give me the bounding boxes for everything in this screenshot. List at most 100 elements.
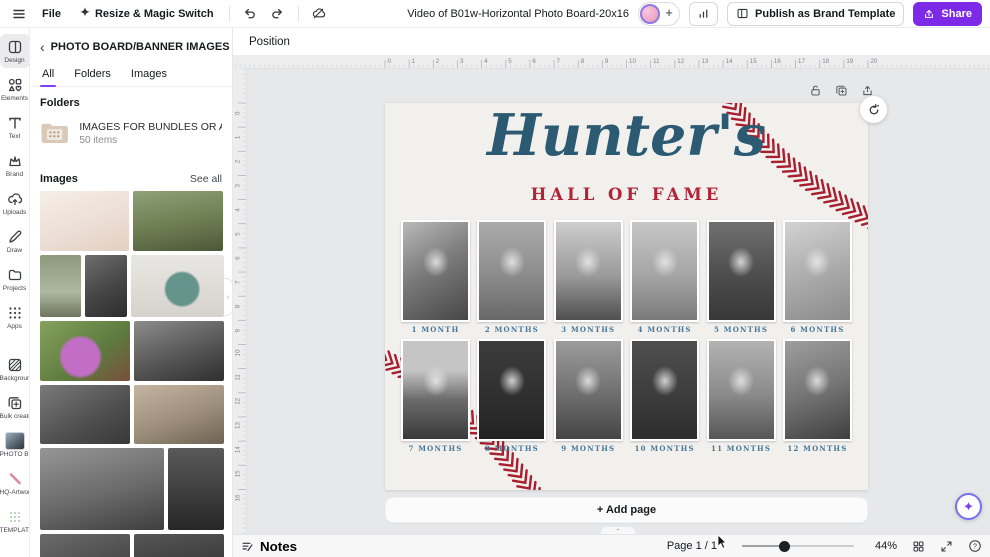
image-thumbnail-bw-mom-holding-baby[interactable]: [40, 385, 130, 444]
bulk-create-icon: [7, 394, 23, 411]
svg-text:14: 14: [726, 58, 733, 65]
file-menu-button[interactable]: File: [36, 4, 67, 24]
folder-item[interactable]: IMAGES FOR BUNDLES OR ADVER... 50 items: [40, 117, 222, 149]
month-label: 11 MONTHS: [707, 444, 776, 453]
month-label: 2 MONTHS: [477, 325, 546, 334]
sidebar-item-design[interactable]: Design: [0, 34, 30, 68]
image-thumbnail-bw-baby-playing[interactable]: [40, 448, 164, 530]
image-thumbnail-bw-toddler-portrait[interactable]: [134, 534, 224, 557]
image-thumbnail-baby-with-chalkboard[interactable]: [131, 255, 224, 317]
sidebar-item-label: TEMPLATES: [0, 527, 30, 534]
svg-text:0: 0: [388, 58, 392, 65]
month-photo-card-6[interactable]: 6 MONTHS: [783, 220, 852, 334]
zoom-slider-knob[interactable]: [779, 541, 790, 552]
sidebar-item-templates[interactable]: TEMPLATES: [0, 504, 30, 538]
month-photo-card-8[interactable]: 8 MONTHS: [477, 339, 546, 453]
sidebar-item-label: HQ-Artwork: [0, 489, 30, 496]
sidebar-item-photo-boa[interactable]: PHOTO BOA...: [0, 428, 30, 462]
month-photo-card-2[interactable]: 2 MONTHS: [477, 220, 546, 334]
user-avatar[interactable]: [640, 4, 660, 24]
sidebar-item-projects[interactable]: Projects: [0, 262, 30, 296]
sidebar-item-hq-artwork[interactable]: HQ-Artwork: [0, 466, 30, 500]
image-thumbnail-baby-with-teddy-bear[interactable]: [134, 385, 224, 444]
see-all-link[interactable]: See all: [190, 173, 222, 185]
month-label: 12 MONTHS: [783, 444, 852, 453]
zoom-slider[interactable]: [742, 540, 854, 552]
sidebar-item-background[interactable]: Background: [0, 352, 30, 386]
image-thumbnail-toddler-under-tree[interactable]: [133, 191, 223, 251]
home-menu-button[interactable]: [8, 3, 30, 25]
image-thumbnail-bw-baby-crawling[interactable]: [134, 321, 224, 381]
help-button[interactable]: ?: [968, 539, 982, 553]
sidebar-item-text[interactable]: Text: [0, 110, 30, 144]
sidebar-item-apps[interactable]: Apps: [0, 300, 30, 334]
lock-icon[interactable]: [806, 81, 824, 99]
image-thumbnail-bw-newborn-in-blanket[interactable]: [85, 255, 127, 317]
month-label: 4 MONTHS: [630, 325, 699, 334]
canva-editor: File Resize & Magic Switch Video of B01w…: [0, 0, 990, 557]
grid-view-button[interactable]: [912, 540, 925, 553]
publish-brand-template-button[interactable]: Publish as Brand Template: [727, 2, 904, 26]
back-button[interactable]: ‹: [40, 40, 45, 54]
design-page[interactable]: Hunter's HALL OF FAME 1 MONTH 2 MONTHS 3 M…: [385, 103, 868, 490]
notes-button[interactable]: Notes: [241, 539, 297, 554]
tab-images[interactable]: Images: [129, 64, 169, 86]
baby-photo-1: [401, 220, 470, 322]
sidebar-item-elements[interactable]: Elements: [0, 72, 30, 106]
panel-collapse-handle[interactable]: ‹: [224, 278, 233, 316]
resize-magic-switch-button[interactable]: Resize & Magic Switch: [73, 2, 220, 25]
fullscreen-button[interactable]: [940, 540, 953, 553]
baby-photo-9: [554, 339, 623, 441]
svg-text:16: 16: [235, 494, 242, 501]
baby-photo-3: [554, 220, 623, 322]
sidebar-item-draw[interactable]: Draw: [0, 224, 30, 258]
month-photo-card-5[interactable]: 5 MONTHS: [707, 220, 776, 334]
sync-status-icon: [308, 3, 330, 25]
sidebar-item-uploads[interactable]: Uploads: [0, 186, 30, 220]
month-label: 10 MONTHS: [630, 444, 699, 453]
canva-assistant-button[interactable]: ✦: [955, 493, 982, 520]
svg-text:4: 4: [235, 208, 242, 212]
sidebar-item-label: Projects: [3, 285, 26, 292]
image-thumbnail-newborn-twins-on-white[interactable]: [40, 191, 129, 251]
add-member-button[interactable]: +: [660, 5, 678, 23]
undo-button[interactable]: [239, 3, 261, 25]
insights-button[interactable]: [689, 2, 718, 26]
month-photo-card-11[interactable]: 11 MONTHS: [707, 339, 776, 453]
regenerate-button[interactable]: [860, 96, 887, 123]
sidebar-item-bulk-create[interactable]: Bulk create: [0, 390, 30, 424]
baby-photo-6: [783, 220, 852, 322]
magic-sparkle-icon: [79, 6, 91, 21]
folder-name: IMAGES FOR BUNDLES OR ADVER...: [79, 121, 222, 133]
redo-button[interactable]: [267, 3, 289, 25]
page-title-script[interactable]: Hunter's: [385, 105, 868, 168]
share-button[interactable]: Share: [913, 2, 982, 26]
image-thumbnail-boy-by-tree[interactable]: [40, 255, 81, 317]
page-subtitle[interactable]: HALL OF FAME: [385, 185, 868, 204]
month-photo-card-3[interactable]: 3 MONTHS: [554, 220, 623, 334]
month-photo-card-7[interactable]: 7 MONTHS: [401, 339, 470, 453]
workspace: Position 0123456789101112131415161718192…: [233, 28, 990, 557]
sidebar-item-brand[interactable]: Brand: [0, 148, 30, 182]
svg-text:2: 2: [235, 159, 242, 163]
add-page-button[interactable]: + Add page: [385, 497, 868, 523]
document-title[interactable]: Video of B01w-Horizontal Photo Board-20x…: [407, 8, 629, 20]
month-photo-card-4[interactable]: 4 MONTHS: [630, 220, 699, 334]
image-thumbnail-girl-in-purple-dress[interactable]: [40, 321, 130, 381]
month-photo-card-1[interactable]: 1 MONTH: [401, 220, 470, 334]
page-indicator: Page 1 / 1: [667, 540, 717, 552]
duplicate-page-icon[interactable]: [832, 81, 850, 99]
bar-chart-icon: [697, 7, 710, 20]
canvas-viewport[interactable]: Hunter's HALL OF FAME 1 MONTH 2 MONTHS 3 M…: [246, 68, 990, 535]
position-button[interactable]: Position: [243, 33, 296, 51]
month-photo-card-9[interactable]: 9 MONTHS: [554, 339, 623, 453]
uploads-icon: [7, 190, 23, 207]
month-photo-card-10[interactable]: 10 MONTHS: [630, 339, 699, 453]
baby-photo-8: [477, 339, 546, 441]
tab-folders[interactable]: Folders: [72, 64, 113, 86]
tab-all[interactable]: All: [40, 64, 56, 86]
image-thumbnail-bw-baby-portrait[interactable]: [40, 534, 130, 557]
month-photo-card-12[interactable]: 12 MONTHS: [783, 339, 852, 453]
image-thumbnail-bw-baby-on-teddy[interactable]: [168, 448, 224, 530]
team-avatar-group[interactable]: +: [638, 2, 680, 26]
